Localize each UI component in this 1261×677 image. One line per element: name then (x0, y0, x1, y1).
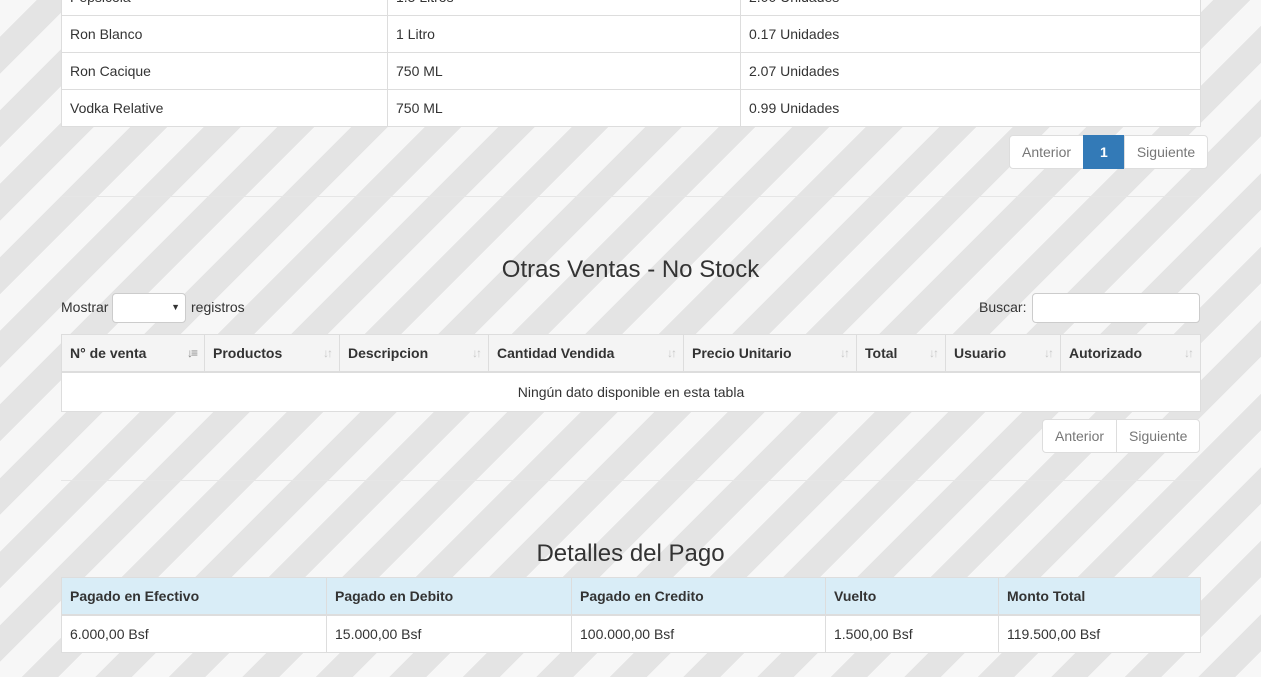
next-page-button[interactable]: Siguiente (1116, 419, 1201, 453)
column-header-n-venta[interactable]: N° de venta ↓≡ (61, 334, 205, 373)
sort-icon: ↓↑ (1184, 346, 1194, 360)
value-efectivo: 6.000,00 Bsf (61, 615, 327, 653)
chevron-down-icon: ▼ (171, 302, 180, 312)
column-header-usuario[interactable]: Usuario ↓↑ (945, 334, 1061, 373)
column-header-credito: Pagado en Credito (571, 577, 826, 616)
cell-producto: Pepsicola (61, 0, 388, 16)
search-input[interactable] (1032, 293, 1200, 323)
column-header-monto-total: Monto Total (998, 577, 1201, 616)
cell-cantidad: 0.17 Unidades (740, 15, 1201, 53)
column-header-cantidad-vendida[interactable]: Cantidad Vendida ↓↑ (488, 334, 684, 373)
column-header-autorizado[interactable]: Autorizado ↓↑ (1060, 334, 1201, 373)
sort-icon: ↓↑ (667, 346, 677, 360)
value-debito: 15.000,00 Bsf (326, 615, 572, 653)
column-header-debito: Pagado en Debito (326, 577, 572, 616)
search-label: Buscar: (979, 299, 1027, 315)
column-header-vuelto: Vuelto (825, 577, 999, 616)
value-vuelto: 1.500,00 Bsf (825, 615, 999, 653)
table-row: Ron Blanco 1 Litro 0.17 Unidades (61, 15, 1201, 53)
sort-icon: ↓↑ (929, 346, 939, 360)
cell-medida: 1.5 Litros (387, 0, 741, 16)
sort-icon: ↓↑ (1044, 346, 1054, 360)
table-row: Pepsicola 1.5 Litros 2.00 Unidades (61, 0, 1201, 16)
divider (61, 196, 1201, 197)
table-row: Vodka Relative 750 ML 0.99 Unidades (61, 89, 1201, 127)
cell-medida: 750 ML (387, 52, 741, 90)
payment-details-table: Pagado en Efectivo Pagado en Debito Paga… (61, 577, 1201, 653)
prev-page-button[interactable]: Anterior (1009, 135, 1085, 169)
length-label: Mostrar (61, 299, 109, 315)
table-row: Ron Cacique 750 ML 2.07 Unidades (61, 52, 1201, 90)
column-header-total[interactable]: Total ↓↑ (856, 334, 946, 373)
page-1-button[interactable]: 1 (1083, 135, 1125, 169)
empty-row: Ningún dato disponible en esta tabla (62, 372, 1201, 412)
column-header-precio-unitario[interactable]: Precio Unitario ↓↑ (683, 334, 857, 373)
otras-ventas-table: N° de venta ↓≡ Productos ↓↑ Descripcion ↓↑ … (61, 334, 1201, 412)
length-label-suffix: registros (191, 299, 245, 315)
otras-ventas-pagination: Anterior Siguiente (1042, 419, 1201, 453)
sort-icon: ↓↑ (323, 346, 333, 360)
cell-producto: Ron Blanco (61, 15, 388, 53)
table-row: 6.000,00 Bsf 15.000,00 Bsf 100.000,00 Bs… (61, 615, 1201, 653)
section-title-otras-ventas: Otras Ventas - No Stock (501, 256, 760, 283)
section-title-detalles-pago: Detalles del Pago (536, 540, 725, 567)
sort-icon: ↓↑ (840, 346, 850, 360)
sort-ascending-icon: ↓≡ (186, 346, 198, 360)
cell-medida: 750 ML (387, 89, 741, 127)
value-credito: 100.000,00 Bsf (571, 615, 826, 653)
stock-table: Pepsicola 1.5 Litros 2.00 Unidades Ron B… (61, 0, 1201, 127)
empty-message: Ningún dato disponible en esta tabla (517, 384, 745, 400)
sort-icon: ↓↑ (472, 346, 482, 360)
column-header-productos[interactable]: Productos ↓↑ (204, 334, 340, 373)
divider (61, 480, 1201, 481)
records-per-page-select[interactable]: ▼ (112, 293, 186, 323)
cell-producto: Ron Cacique (61, 52, 388, 90)
cell-medida: 1 Litro (387, 15, 741, 53)
next-page-button[interactable]: Siguiente (1123, 135, 1209, 169)
cell-cantidad: 2.00 Unidades (740, 0, 1201, 16)
cell-cantidad: 0.99 Unidades (749, 100, 840, 116)
prev-page-button[interactable]: Anterior (1042, 419, 1118, 453)
column-header-efectivo: Pagado en Efectivo (61, 577, 327, 616)
value-monto-total: 119.500,00 Bsf (1007, 626, 1101, 642)
cell-producto: Vodka Relative (61, 89, 388, 127)
cell-cantidad: 2.07 Unidades (740, 52, 1201, 90)
column-header-descripcion[interactable]: Descripcion ↓↑ (339, 334, 489, 373)
stock-pagination: Anterior 1 Siguiente (1009, 135, 1209, 169)
